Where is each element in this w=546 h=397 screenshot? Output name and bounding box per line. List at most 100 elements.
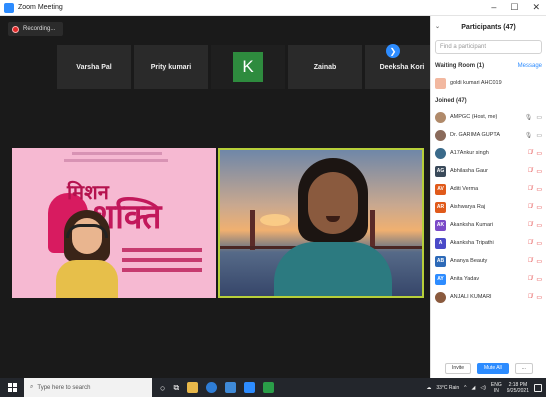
taskbar-search-input[interactable]: ⌕ Type here to search [24, 378, 152, 397]
zoom-app-icon [4, 2, 14, 13]
chevron-right-icon[interactable]: ❯ [386, 44, 400, 58]
mic-muted-icon[interactable]: 🎙̸ [528, 168, 533, 175]
avatar: A [435, 237, 446, 249]
window-controls: – ☐ ✕ [491, 2, 540, 13]
video-off-icon[interactable]: ▭ [536, 276, 542, 283]
participant-row[interactable]: AY Anita Yadav 🎙̸ ▭ [431, 270, 546, 288]
video-icon[interactable]: ▭ [536, 114, 542, 121]
close-button[interactable]: ✕ [532, 2, 540, 13]
search-icon: ⌕ [30, 384, 34, 390]
video-tile[interactable]: K [211, 45, 285, 89]
participant-person [274, 158, 392, 296]
network-icon[interactable]: ◢ [472, 385, 476, 391]
chevron-down-icon[interactable]: ⌄ [435, 23, 440, 30]
minimize-button[interactable]: – [491, 2, 496, 13]
mute-all-button[interactable]: Mute All [476, 362, 509, 374]
notification-icon[interactable] [534, 383, 542, 392]
banner-text-line [72, 152, 162, 155]
participant-name: Dr. GARIMA GUPTA [450, 132, 501, 138]
invite-button[interactable]: Invite [445, 362, 471, 374]
video-off-icon[interactable]: ▭ [536, 204, 542, 211]
video-tile[interactable]: Prity kumari [134, 45, 208, 89]
mic-muted-icon[interactable]: 🎙̸ [528, 186, 533, 193]
excel-icon[interactable] [263, 382, 275, 393]
participant-search-input[interactable]: Find a participant [435, 40, 542, 54]
participant-row[interactable]: AK Akanksha Kumari 🎙̸ ▭ [431, 216, 546, 234]
participant-list: AMPGC (Host, me) 🎙 ▭ Dr. GARIMA GUPTA 🎙 ▭ A17A… [431, 108, 546, 306]
message-button[interactable]: Message [518, 63, 542, 69]
participant-row[interactable]: ANJALI KUMARI 🎙̸ ▭ [431, 288, 546, 306]
recording-indicator[interactable]: Recording... [8, 22, 64, 36]
language-indicator[interactable]: ENG IN [491, 382, 502, 394]
participant-row[interactable]: Dr. GARIMA GUPTA 🎙 ▭ [431, 126, 546, 144]
avatar [435, 147, 446, 159]
video-off-icon[interactable]: ▭ [536, 222, 542, 229]
mic-muted-icon[interactable]: 🎙̸ [528, 294, 533, 301]
participant-row[interactable]: A17Ankur singh 🎙̸ ▭ [431, 144, 546, 162]
video-off-icon[interactable]: ▭ [536, 186, 542, 193]
video-speaker-left[interactable]: मिशन शक्ति [12, 148, 216, 298]
participant-row[interactable]: AMPGC (Host, me) 🎙 ▭ [431, 108, 546, 126]
mic-muted-icon[interactable]: 🎙̸ [528, 258, 533, 265]
edge-icon[interactable] [206, 382, 218, 393]
avatar [435, 111, 446, 123]
volume-icon[interactable]: ◁) [480, 385, 486, 391]
zoom-window: Zoom Meeting – ☐ ✕ Recording... Varsha P… [0, 0, 546, 397]
weather-label[interactable]: 33°C Rain [436, 385, 459, 391]
participant-status-icons: 🎙̸ ▭ [528, 276, 542, 283]
avatar: AK [435, 219, 446, 231]
participant-name: AMPGC (Host, me) [450, 114, 498, 120]
participant-status-icons: 🎙̸ ▭ [528, 204, 542, 211]
participant-name: Aditi Verma [450, 186, 479, 192]
store-icon[interactable] [225, 382, 237, 393]
mic-muted-icon[interactable]: 🎙̸ [528, 204, 533, 211]
mic-muted-icon[interactable]: 🎙̸ [528, 150, 533, 157]
video-off-icon[interactable]: ▭ [536, 168, 542, 175]
joined-header[interactable]: Joined (47) [431, 94, 546, 108]
waiting-participant-row[interactable]: goldi kumari AHC019 [431, 74, 546, 92]
participant-name: Anita Yadav [450, 276, 480, 282]
mic-muted-icon[interactable]: 🎙̸ [528, 276, 533, 283]
weather-icon[interactable]: ☁ [426, 385, 431, 391]
mic-icon[interactable]: 🎙 [525, 132, 533, 139]
more-options-button[interactable]: ... [514, 362, 533, 374]
mic-icon[interactable]: 🎙 [525, 114, 533, 121]
participant-row[interactable]: AR Aishwarya Raj 🎙̸ ▭ [431, 198, 546, 216]
cortana-icon[interactable]: ○ [160, 383, 165, 393]
participant-status-icons: 🎙̸ ▭ [528, 168, 542, 175]
participant-row[interactable]: AG Abhilasha Gaur 🎙̸ ▭ [431, 162, 546, 180]
video-off-icon[interactable]: ▭ [536, 240, 542, 247]
participant-name: Akanksha Kumari [450, 222, 494, 228]
participant-status-icons: 🎙̸ ▭ [528, 186, 542, 193]
participant-status-icons: 🎙 ▭ [525, 132, 542, 139]
tile-name: Varsha Pal [76, 63, 112, 71]
recording-label: Recording... [23, 26, 56, 32]
participant-name: Abhilasha Gaur [450, 168, 488, 174]
task-view-icon[interactable]: ⧉ [173, 383, 179, 393]
video-icon[interactable]: ▭ [536, 132, 542, 139]
taskbar-search-placeholder: Type here to search [37, 384, 91, 391]
waiting-room-header[interactable]: Waiting Room (1) Message [431, 58, 546, 74]
video-tile[interactable]: Zainab [288, 45, 362, 89]
video-off-icon[interactable]: ▭ [536, 258, 542, 265]
video-off-icon[interactable]: ▭ [536, 150, 542, 157]
participant-row[interactable]: A Akanksha Tripathi 🎙̸ ▭ [431, 234, 546, 252]
zoom-icon[interactable] [244, 382, 256, 393]
participant-name: goldi kumari AHC019 [450, 80, 502, 86]
mic-muted-icon[interactable]: 🎙̸ [528, 222, 533, 229]
banner-text-line [122, 268, 202, 272]
avatar [435, 129, 446, 141]
participant-row[interactable]: AB Ananya Beauty 🎙̸ ▭ [431, 252, 546, 270]
clock[interactable]: 2:18 PM 9/25/2021 [507, 382, 529, 394]
tile-name: Deeksha Kori [379, 63, 425, 71]
chevron-up-icon[interactable]: ^ [464, 385, 466, 391]
mic-muted-icon[interactable]: 🎙̸ [528, 240, 533, 247]
video-active-speaker[interactable] [218, 148, 424, 298]
participant-row[interactable]: AV Aditi Verma 🎙̸ ▭ [431, 180, 546, 198]
file-explorer-icon[interactable] [187, 382, 199, 393]
windows-start-icon[interactable] [0, 378, 24, 397]
maximize-button[interactable]: ☐ [510, 2, 518, 13]
video-tile[interactable]: Varsha Pal [57, 45, 131, 89]
video-off-icon[interactable]: ▭ [536, 294, 542, 301]
video-tile[interactable]: Deeksha Kori [365, 45, 439, 89]
